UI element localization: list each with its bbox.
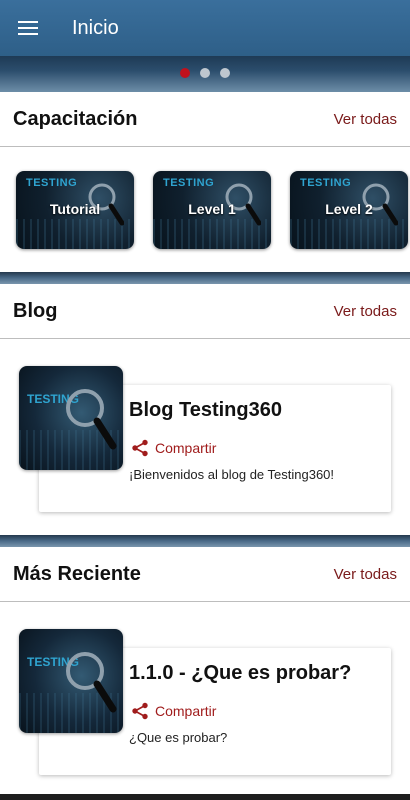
see-all-training-link[interactable]: Ver todas [334,111,397,128]
share-label: Compartir [155,703,217,719]
training-item-level-2[interactable]: TESTING Level 2 [290,171,408,249]
recent-card-thumbnail[interactable]: TESTING [19,629,123,733]
card-title: 1.1.0 - ¿Que es probar? [129,662,352,684]
share-button[interactable]: Compartir [131,439,216,457]
menu-button[interactable] [0,0,56,56]
recent-section: Más Reciente Ver todas 1.1.0 - ¿Que es p… [0,547,410,794]
thumb-badge: TESTING [26,177,78,189]
training-header: Capacitación Ver todas [0,92,410,147]
share-icon [132,702,148,720]
card-title: Blog Testing360 [129,399,282,421]
recent-header: Más Reciente Ver todas [0,547,410,602]
card-description: ¿Que es probar? [129,730,228,745]
magnifier-icon [66,389,117,450]
share-icon [132,439,148,457]
training-item-label: Level 2 [325,201,373,217]
training-carousel[interactable]: TESTING Tutorial TESTING Level 1 TESTING [0,148,410,272]
thumb-badge: TESTING [163,177,215,189]
bottom-edge [0,794,410,800]
blog-card-container: Blog Testing360 Compartir ¡Bienvenidos a… [0,340,410,520]
carousel-dot-3[interactable] [220,68,230,78]
page-title: Inicio [72,16,119,39]
carousel-indicator [0,68,410,78]
hamburger-menu-icon [18,21,38,35]
training-item-label: Tutorial [49,201,101,217]
magnifier-icon [66,652,117,713]
section-divider [0,535,410,547]
blog-section: Blog Ver todas Blog Testing360 Compartir… [0,284,410,535]
section-title: Capacitación [13,107,138,130]
training-item-label: Level 1 [188,201,236,217]
app-bar: Inicio [0,0,410,56]
carousel-banner[interactable] [0,56,410,92]
section-divider [0,272,410,284]
recent-card-container: 1.1.0 - ¿Que es probar? Compartir ¿Que e… [0,603,410,783]
share-button[interactable]: Compartir [131,702,216,720]
carousel-dot-2[interactable] [200,68,210,78]
see-all-recent-link[interactable]: Ver todas [334,566,397,583]
blog-header: Blog Ver todas [0,284,410,339]
thumb-badge: TESTING [300,177,352,189]
share-label: Compartir [155,440,217,456]
section-title: Blog [13,299,58,322]
card-description: ¡Bienvenidos al blog de Testing360! [129,467,335,482]
training-item-level-1[interactable]: TESTING Level 1 [153,171,271,249]
see-all-blog-link[interactable]: Ver todas [334,303,397,320]
training-item-tutorial[interactable]: TESTING Tutorial [16,171,134,249]
training-section: Capacitación Ver todas TESTING Tutorial … [0,92,410,272]
blog-card-thumbnail[interactable]: TESTING [19,366,123,470]
carousel-dot-1[interactable] [180,68,190,78]
section-title: Más Reciente [13,562,141,585]
